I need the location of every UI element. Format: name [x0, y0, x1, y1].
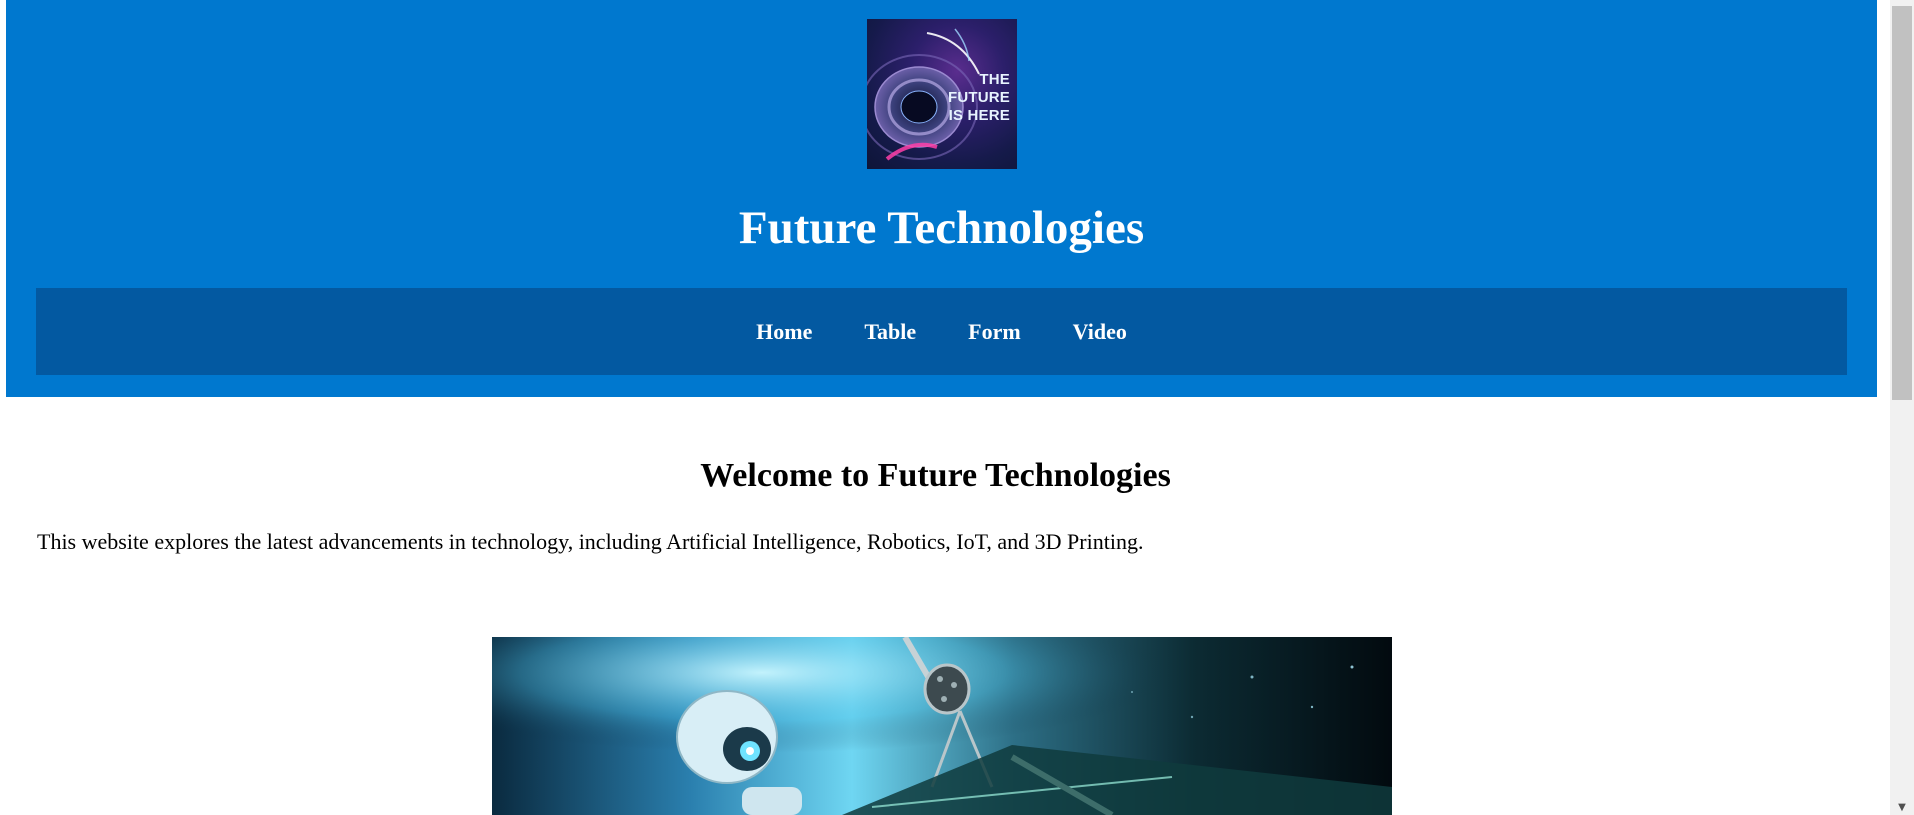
robot-illustration: [492, 637, 1392, 815]
nav-link-home[interactable]: Home: [756, 319, 812, 345]
nav-link-video[interactable]: Video: [1073, 319, 1127, 345]
main-navigation: Home Table Form Video: [36, 288, 1847, 375]
page: THE FUTURE IS HERE Future Technologies H…: [0, 0, 1890, 815]
site-header: THE FUTURE IS HERE Future Technologies H…: [6, 0, 1877, 397]
site-title: Future Technologies: [738, 202, 1145, 254]
scrollbar-thumb[interactable]: [1892, 6, 1912, 400]
vertical-scrollbar[interactable]: ▼: [1890, 0, 1914, 815]
logo-text: THE FUTURE IS HERE: [947, 71, 1010, 124]
nav-link-form[interactable]: Form: [968, 319, 1021, 345]
welcome-heading: Welcome to Future Technologies: [700, 457, 1171, 494]
intro-paragraph: This website explores the latest advance…: [37, 529, 1144, 554]
hero-image-robot: [492, 637, 1392, 815]
site-logo: THE FUTURE IS HERE: [867, 19, 1017, 169]
nav-link-table[interactable]: Table: [864, 319, 916, 345]
scroll-down-arrow-icon[interactable]: ▼: [1890, 801, 1914, 815]
